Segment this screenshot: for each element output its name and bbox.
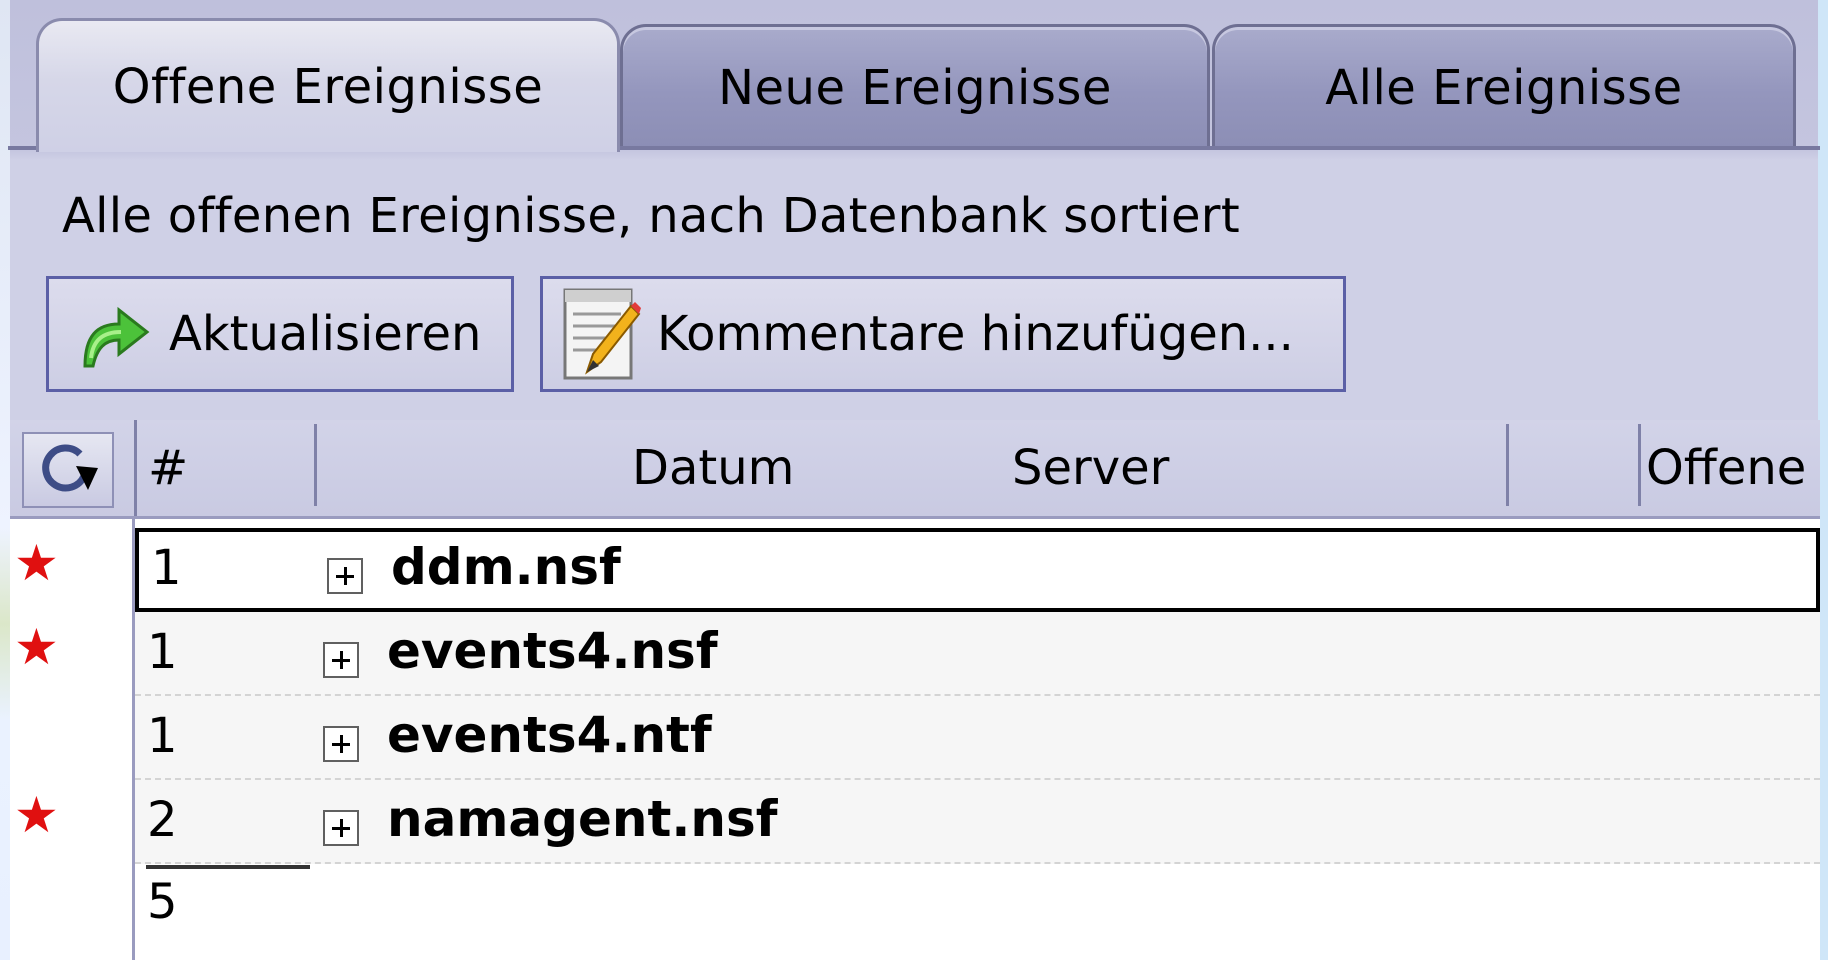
row-count: 1 bbox=[147, 624, 178, 680]
tab-label: Offene Ereignisse bbox=[112, 58, 544, 115]
column-header-server[interactable]: Server bbox=[1012, 440, 1169, 496]
refresh-button[interactable]: Aktualisieren bbox=[46, 276, 514, 392]
column-header-open-events[interactable]: Offene E bbox=[1646, 440, 1820, 496]
refresh-view-button[interactable] bbox=[22, 432, 114, 508]
row-count: 1 bbox=[151, 540, 182, 596]
row-db-name: events4.nsf bbox=[387, 622, 718, 680]
column-separator[interactable] bbox=[1506, 424, 1509, 506]
table-row[interactable]: 1 events4.ntf bbox=[135, 696, 1820, 780]
unread-star-icon: ★ bbox=[14, 618, 59, 676]
row-db-name: events4.ntf bbox=[387, 706, 712, 764]
row-count: 2 bbox=[147, 792, 178, 848]
tab-offene-ereignisse[interactable]: Offene Ereignisse bbox=[36, 18, 620, 152]
table-row[interactable]: 1 ddm.nsf bbox=[135, 528, 1820, 612]
column-header-count[interactable]: # bbox=[148, 440, 188, 496]
column-separator[interactable] bbox=[1638, 424, 1641, 506]
notepad-pencil-icon bbox=[561, 286, 643, 382]
table-row[interactable]: 1 events4.nsf bbox=[135, 612, 1820, 696]
left-edge bbox=[0, 0, 10, 960]
tab-alle-ereignisse[interactable]: Alle Ereignisse bbox=[1212, 24, 1796, 148]
view-description: Alle offenen Ereignisse, nach Datenbank … bbox=[62, 188, 1240, 244]
total-count: 5 bbox=[147, 874, 178, 930]
column-header-bar bbox=[10, 420, 1820, 519]
unread-star-icon: ★ bbox=[14, 534, 59, 592]
add-comments-button[interactable]: Kommentare hinzufügen... bbox=[540, 276, 1346, 392]
row-db-name: ddm.nsf bbox=[391, 538, 621, 596]
expand-icon[interactable] bbox=[323, 726, 359, 762]
expand-icon[interactable] bbox=[327, 558, 363, 594]
row-count: 1 bbox=[147, 708, 178, 764]
expand-icon[interactable] bbox=[323, 642, 359, 678]
add-comments-label: Kommentare hinzufügen... bbox=[657, 306, 1294, 362]
total-underline bbox=[146, 865, 310, 869]
column-separator[interactable] bbox=[134, 420, 137, 516]
column-separator[interactable] bbox=[314, 424, 317, 506]
column-header-date[interactable]: Datum bbox=[632, 440, 794, 496]
green-curved-arrow-icon bbox=[75, 296, 155, 372]
refresh-label: Aktualisieren bbox=[169, 306, 482, 362]
row-db-name: namagent.nsf bbox=[387, 790, 778, 848]
expand-icon[interactable] bbox=[323, 810, 359, 846]
tab-label: Alle Ereignisse bbox=[1325, 59, 1683, 116]
tab-label: Neue Ereignisse bbox=[718, 59, 1112, 116]
tab-neue-ereignisse[interactable]: Neue Ereignisse bbox=[620, 24, 1210, 148]
unread-star-icon: ★ bbox=[14, 786, 59, 844]
refresh-view-icon bbox=[36, 440, 100, 500]
table-row[interactable]: 2 namagent.nsf bbox=[135, 780, 1820, 864]
